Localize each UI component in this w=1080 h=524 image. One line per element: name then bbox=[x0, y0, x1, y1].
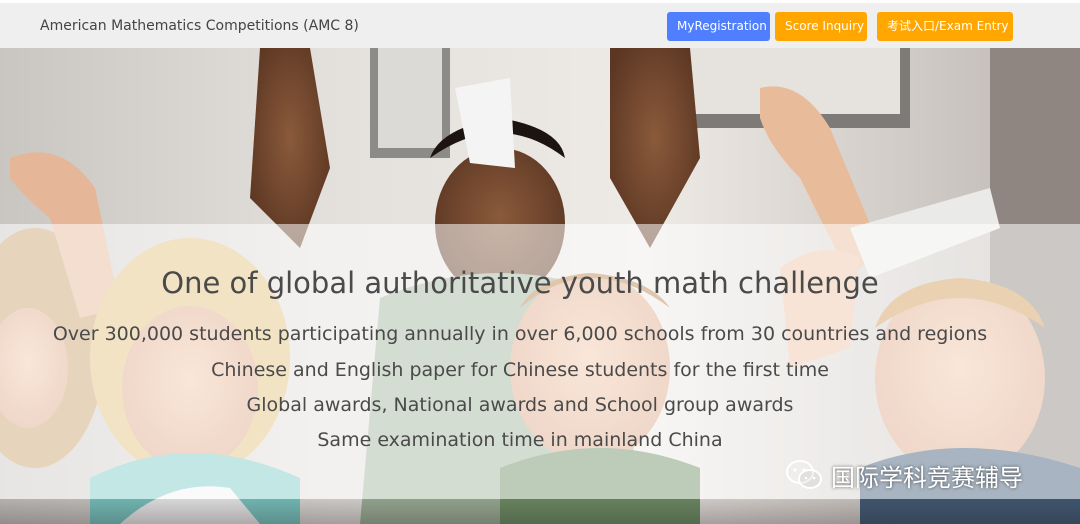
hero-line: Chinese and English paper for Chinese st… bbox=[211, 359, 829, 381]
hero-banner: One of global authoritative youth math c… bbox=[0, 48, 1080, 524]
hero-line: Global awards, National awards and Schoo… bbox=[246, 394, 794, 416]
exam-entry-button[interactable]: 考试入口/Exam Entry bbox=[877, 12, 1013, 41]
hero-line: Over 300,000 students participating annu… bbox=[52, 323, 988, 345]
score-inquiry-button[interactable]: Score Inquiry bbox=[775, 12, 867, 41]
hero-headline: One of global authoritative youth math c… bbox=[161, 266, 879, 300]
my-registration-button[interactable]: MyRegistration bbox=[667, 12, 770, 41]
watermark-text: 国际学科竞赛辅导 bbox=[831, 463, 1023, 492]
top-navbar: American Mathematics Competitions (AMC 8… bbox=[0, 0, 1080, 48]
wechat-icon bbox=[786, 460, 822, 489]
hero-bottom-shade bbox=[0, 499, 1080, 524]
hero-line: Same examination time in mainland China bbox=[317, 429, 723, 451]
wechat-watermark: 国际学科竞赛辅导 bbox=[785, 455, 1023, 495]
site-brand[interactable]: American Mathematics Competitions (AMC 8… bbox=[40, 18, 359, 34]
